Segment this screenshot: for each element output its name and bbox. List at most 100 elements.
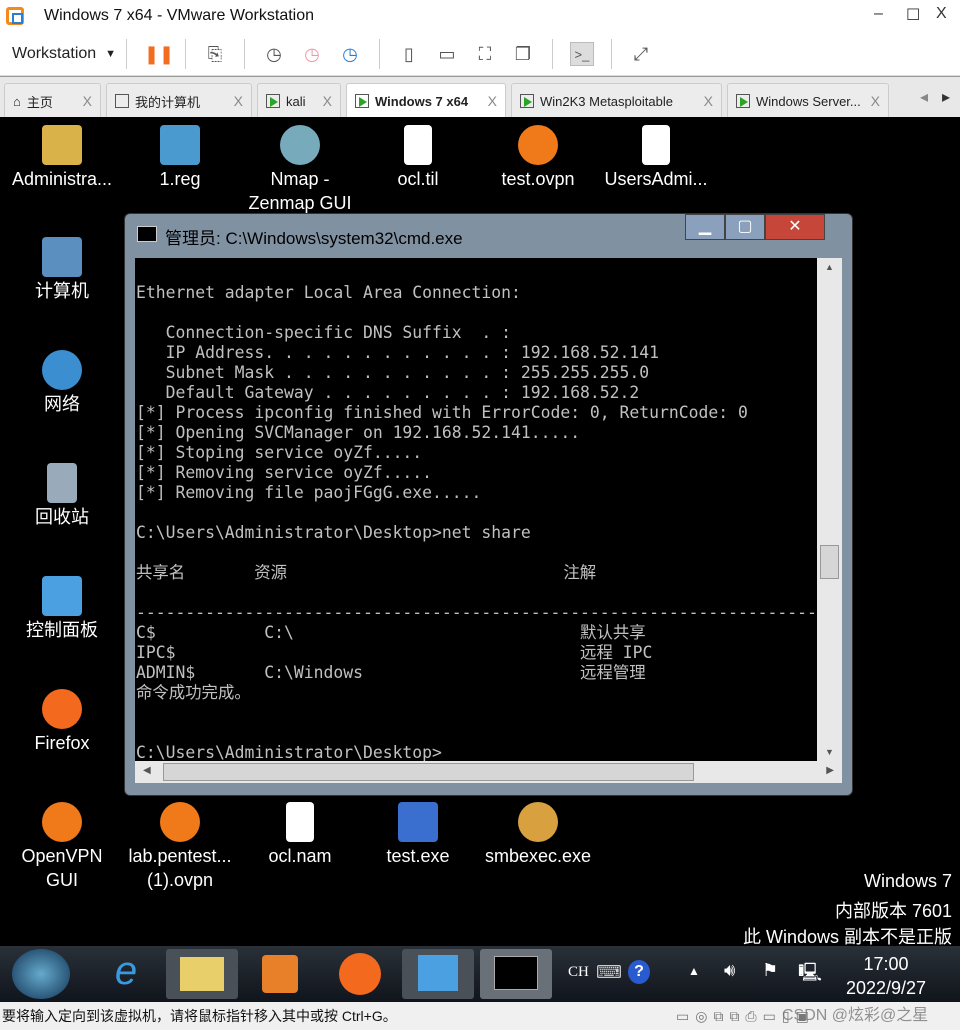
snapshot-icon[interactable]: ◷ bbox=[262, 42, 286, 66]
unity-icon[interactable]: ❐ bbox=[511, 42, 535, 66]
volume-icon[interactable]: 🔊︎ bbox=[724, 960, 735, 981]
file-icon bbox=[642, 125, 670, 165]
close-tab-icon[interactable]: X bbox=[234, 93, 243, 109]
scroll-up-icon[interactable]: ▲ bbox=[817, 262, 842, 272]
tab-label: Windows Server... bbox=[756, 93, 861, 109]
workstation-label: Workstation bbox=[12, 44, 97, 62]
tab-home[interactable]: ⌂ 主页 X bbox=[4, 83, 101, 118]
close-tab-icon[interactable]: X bbox=[704, 93, 713, 109]
tab-label: Windows 7 x64 bbox=[375, 93, 469, 109]
media-player-icon bbox=[262, 955, 298, 993]
cmd-close-button[interactable]: ✕ bbox=[765, 214, 825, 240]
scroll-down-icon[interactable]: ▼ bbox=[817, 747, 842, 757]
workstation-menu[interactable]: Workstation ▼ bbox=[12, 45, 116, 63]
window-title: Windows 7 x64 - VMware Workstation bbox=[44, 7, 315, 24]
pause-icon[interactable]: ❚❚ bbox=[144, 42, 174, 66]
library-view-icon[interactable]: ▯ bbox=[397, 42, 421, 66]
desktop-icon-openvpn-gui[interactable]: OpenVPN GUI bbox=[2, 802, 122, 892]
csdn-watermark: CSDN @炫彩@之星 bbox=[782, 1007, 929, 1024]
desktop-icon-control-panel[interactable]: 控制面板 bbox=[2, 576, 122, 642]
desktop-icon-administrator[interactable]: Administra... bbox=[2, 125, 122, 191]
cmd-window[interactable]: 管理员: C:\Windows\system32\cmd.exe ▁ ▢ ✕ E… bbox=[124, 213, 853, 796]
tab-label: 主页 bbox=[26, 94, 53, 110]
keyboard-icon[interactable]: ⌨ bbox=[596, 962, 622, 983]
console-view-icon[interactable]: >_ bbox=[569, 41, 594, 66]
desktop-icon-test-exe[interactable]: test.exe bbox=[358, 802, 478, 868]
fullscreen-icon[interactable]: ⛶ bbox=[473, 42, 497, 66]
minimize-button[interactable]: – bbox=[874, 5, 883, 23]
cmd-title: 管理员: C:\Windows\system32\cmd.exe bbox=[165, 229, 463, 248]
console-line: [*] Stoping service oyZf..... bbox=[136, 443, 423, 462]
help-icon[interactable]: ? bbox=[628, 960, 650, 984]
openvpn-icon bbox=[518, 125, 558, 165]
monitor-icon bbox=[115, 94, 129, 108]
hscrollbar-thumb[interactable] bbox=[163, 763, 694, 781]
scroll-left-icon[interactable]: ◀ bbox=[143, 765, 151, 776]
stretch-icon[interactable]: ⤢ bbox=[629, 42, 653, 66]
close-tab-icon[interactable]: X bbox=[323, 93, 332, 109]
media-player-taskbar-button[interactable] bbox=[244, 949, 316, 999]
tab-label: 我的计算机 bbox=[135, 94, 201, 110]
snapshot-manager-icon[interactable]: ◷ bbox=[338, 42, 362, 66]
horizontal-scrollbar[interactable]: ◀ ▶ bbox=[135, 761, 842, 783]
close-tab-icon[interactable]: X bbox=[83, 93, 92, 109]
close-tab-icon[interactable]: X bbox=[871, 93, 880, 109]
desktop-icon-1reg[interactable]: 1.reg bbox=[120, 125, 240, 191]
desktop-icon-test-ovpn[interactable]: test.ovpn bbox=[478, 125, 598, 191]
cmd-maximize-button[interactable]: ▢ bbox=[725, 214, 765, 240]
vm-running-icon bbox=[520, 94, 534, 108]
scroll-right-icon[interactable]: ▶ bbox=[826, 765, 834, 776]
tab-win2k3[interactable]: Win2K3 Metasploitable X bbox=[511, 83, 722, 118]
vertical-scrollbar[interactable]: ▲ ▼ bbox=[817, 258, 842, 761]
scrollbar-thumb[interactable] bbox=[820, 545, 839, 579]
show-hidden-icons-icon[interactable]: ▲ bbox=[688, 964, 700, 978]
desktop-icon-zenmap[interactable]: Nmap - Zenmap GUI bbox=[240, 125, 360, 215]
desktop-icon-lab-ovpn[interactable]: lab.pentest... (1).ovpn bbox=[120, 802, 240, 892]
cmd-taskbar-button[interactable] bbox=[480, 949, 552, 999]
folder-icon bbox=[180, 957, 224, 991]
desktop-icon-firefox[interactable]: Firefox bbox=[2, 689, 122, 755]
send-ctrl-alt-del-icon[interactable]: ⎘ bbox=[203, 42, 227, 66]
firefox-taskbar-button[interactable] bbox=[324, 949, 396, 999]
language-indicator[interactable]: CH bbox=[568, 964, 589, 981]
clock[interactable]: 17:00 2022/9/27 bbox=[830, 952, 942, 1000]
tab-windows-7[interactable]: Windows 7 x64 X bbox=[346, 83, 506, 118]
desktop-icon-ocl-til[interactable]: ocl.til bbox=[358, 125, 478, 191]
tab-my-computer[interactable]: 我的计算机 X bbox=[106, 83, 252, 118]
vm-running-icon bbox=[266, 94, 280, 108]
tab-scroll-right-icon[interactable]: ▸ bbox=[942, 87, 950, 107]
desktop-icon-network[interactable]: 网络 bbox=[2, 350, 122, 416]
start-button[interactable] bbox=[12, 949, 70, 999]
icon-label: Firefox bbox=[34, 733, 90, 753]
desktop-icon-smbexec[interactable]: smbexec.exe bbox=[478, 802, 598, 868]
maximize-button[interactable]: ☐ bbox=[906, 5, 920, 25]
desktop-icon-computer[interactable]: 计算机 bbox=[2, 237, 122, 303]
close-tab-icon[interactable]: X bbox=[488, 93, 497, 109]
desktop-icon-usersadmin[interactable]: UsersAdmi... bbox=[596, 125, 716, 191]
icon-label: 计算机 bbox=[35, 281, 89, 301]
cmd-minimize-button[interactable]: ▁ bbox=[685, 214, 725, 240]
tab-scroll-left-icon[interactable]: ◂ bbox=[920, 87, 928, 107]
action-center-flag-icon[interactable]: ⚑ bbox=[762, 960, 778, 981]
divider bbox=[243, 38, 245, 69]
cmd-icon bbox=[494, 956, 538, 990]
tab-windows-server[interactable]: Windows Server... X bbox=[727, 83, 889, 118]
desktop-icon-recycle-bin[interactable]: 回收站 bbox=[2, 463, 122, 529]
desktop-icon-ocl-nam[interactable]: ocl.nam bbox=[240, 802, 360, 868]
network-tray-icon[interactable]: 🖳︎ bbox=[798, 960, 822, 990]
console-output[interactable]: Ethernet adapter Local Area Connection: … bbox=[135, 258, 817, 761]
control-panel-taskbar-button[interactable] bbox=[402, 949, 474, 999]
tab-kali[interactable]: kali X bbox=[257, 83, 341, 118]
thumbnail-view-icon[interactable]: ▭ bbox=[435, 42, 459, 66]
windows-watermark-line: 内部版本 7601 bbox=[834, 901, 952, 921]
revert-snapshot-icon[interactable]: ◷ bbox=[300, 42, 324, 66]
close-button[interactable]: X bbox=[936, 5, 947, 23]
explorer-taskbar-button[interactable] bbox=[166, 949, 238, 999]
console-line: [*] Removing service oyZf..... bbox=[136, 463, 433, 482]
console-line: [*] Opening SVCManager on 192.168.52.141… bbox=[136, 423, 581, 442]
internet-explorer-icon[interactable]: e bbox=[90, 949, 162, 999]
